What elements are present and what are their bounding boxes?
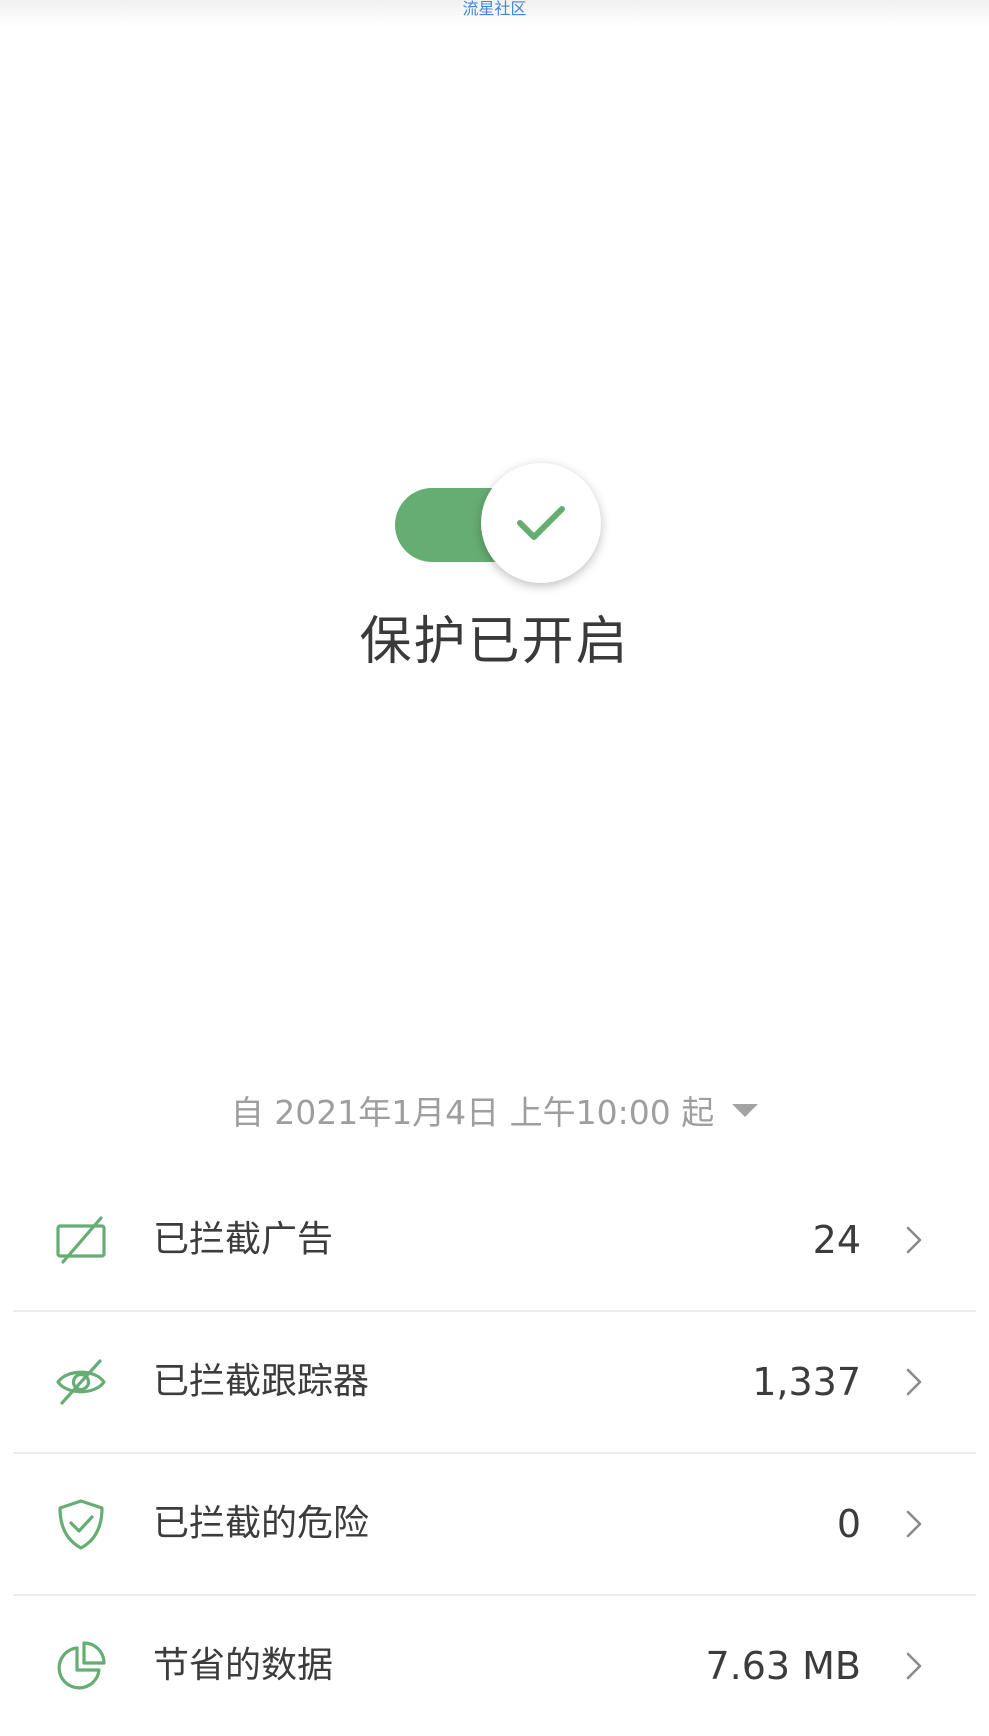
stat-row-threats-blocked[interactable]: 已拦截的危险 0 <box>13 1454 976 1596</box>
stat-row-ads-blocked[interactable]: 已拦截广告 24 <box>13 1170 976 1312</box>
stat-label: 已拦截跟踪器 <box>153 1361 370 1402</box>
check-icon <box>517 506 565 540</box>
chevron-right-icon <box>906 1652 922 1680</box>
stat-row-data-saved[interactable]: 节省的数据 7.63 MB <box>13 1596 976 1736</box>
chevron-right-icon <box>906 1510 922 1538</box>
pie-chart-icon <box>57 1641 106 1690</box>
stat-label: 节省的数据 <box>153 1645 334 1686</box>
caret-down-icon <box>732 1103 759 1117</box>
chevron-right-icon <box>906 1226 922 1254</box>
ad-blocked-icon <box>56 1216 106 1264</box>
protection-toggle[interactable] <box>395 455 605 585</box>
stats-list: 已拦截广告 24 已拦截跟踪器 1,337 已拦截的危险 0 节省的数据 7.6… <box>13 1170 976 1736</box>
stat-row-trackers-blocked[interactable]: 已拦截跟踪器 1,337 <box>13 1312 976 1454</box>
chevron-right-icon <box>906 1368 922 1396</box>
shield-check-icon <box>58 1499 104 1550</box>
since-date-label: 自 2021年1月4日 上午10:00 起 <box>230 1093 715 1132</box>
stat-label: 已拦截广告 <box>153 1219 334 1260</box>
stat-label: 已拦截的危险 <box>153 1503 370 1544</box>
stat-value: 7.63 MB <box>705 1644 861 1688</box>
stat-value: 0 <box>836 1502 861 1546</box>
protection-panel: 保护已开启 <box>0 420 989 680</box>
eye-off-icon <box>56 1359 106 1405</box>
stat-value: 24 <box>812 1218 861 1262</box>
watermark: 流星社区 <box>462 0 527 18</box>
since-date-selector[interactable]: 自 2021年1月4日 上午10:00 起 <box>0 1085 989 1135</box>
toggle-knob <box>481 463 601 583</box>
protection-status-title: 保护已开启 <box>359 612 630 672</box>
stat-value: 1,337 <box>752 1360 861 1404</box>
